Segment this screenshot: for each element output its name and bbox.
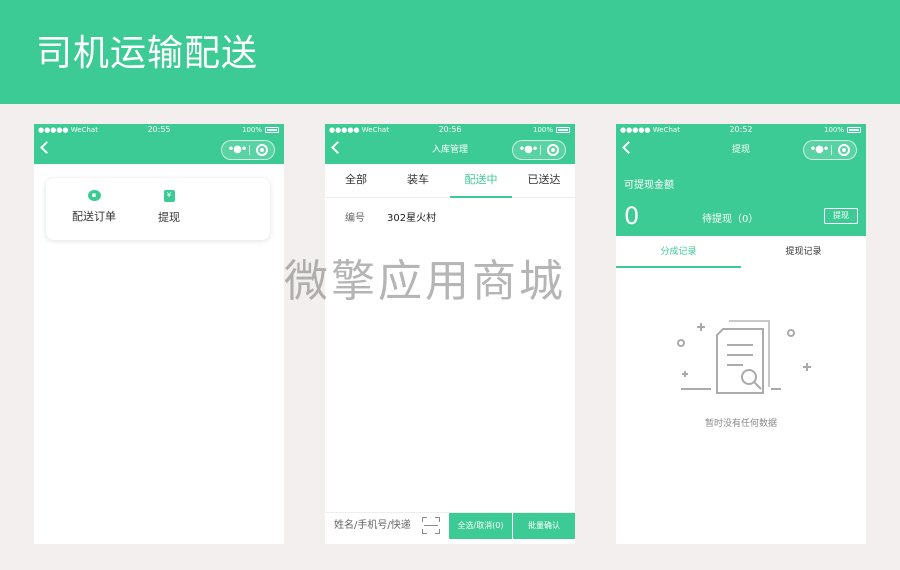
tab-loading[interactable]: 装车 — [387, 164, 449, 196]
page-title: 司机运输配送 — [36, 33, 259, 74]
more-dots-icon[interactable]: •●• — [518, 141, 539, 158]
record-tabs: 分成记录 提现记录 — [616, 236, 866, 270]
tab-withdraw-records[interactable]: 提现记录 — [741, 236, 866, 268]
header-banner: 司机运输配送 — [0, 0, 900, 104]
more-dots-icon[interactable]: •●• — [809, 141, 830, 158]
capsule-divider — [540, 145, 541, 155]
phone-screen-warehouse: ●●●●● WeChat 20:56 100% 入库管理 •●• 全部 装车 配… — [325, 124, 575, 544]
phone-screen-withdraw: ●●●●● WeChat 20:52 100% 提现 •●• 可提现金额 0 待… — [616, 124, 866, 544]
nav-bar: 提现 •●• — [616, 136, 866, 164]
empty-state-text: 暂时没有任何数据 — [704, 419, 777, 429]
menu-item-withdraw[interactable]: ¥ 提现 — [139, 190, 199, 225]
menu-item-label: 配送订单 — [72, 210, 116, 223]
yen-icon: ¥ — [163, 190, 175, 202]
menu-item-label: 提现 — [158, 211, 180, 224]
miniprogram-capsule: •●• — [803, 140, 857, 160]
order-number-label: 编号 — [345, 213, 365, 224]
battery-label: 100% — [532, 126, 553, 134]
capsule-divider — [831, 145, 832, 155]
miniprogram-capsule: •●• — [512, 140, 566, 160]
balance-panel: 可提现金额 0 待提现（0） 提现 — [616, 164, 866, 236]
battery-label: 100% — [823, 126, 844, 134]
tab-all[interactable]: 全部 — [325, 164, 387, 196]
status-tabs: 全部 装车 配送中 已送达 — [325, 164, 575, 198]
balance-label: 可提现金额 — [624, 180, 674, 191]
more-dots-icon[interactable]: •●• — [227, 141, 248, 158]
close-target-icon[interactable] — [256, 144, 268, 156]
close-target-icon[interactable] — [838, 144, 850, 156]
phone-screen-home: ●●●●● WeChat 20:55 100% •●• ▪ 配送订单 ¥ 提现 — [34, 124, 284, 544]
batch-confirm-button[interactable]: 批量确认 — [513, 513, 575, 539]
battery-icon — [556, 127, 570, 133]
back-arrow-icon[interactable] — [40, 141, 53, 154]
withdraw-button[interactable]: 提现 — [824, 208, 858, 224]
status-bar: ●●●●● WeChat 20:52 100% — [616, 124, 866, 136]
close-target-icon[interactable] — [547, 144, 559, 156]
menu-card: ▪ 配送订单 ¥ 提现 — [46, 178, 270, 240]
empty-document-icon — [677, 320, 811, 394]
menu-item-delivery-orders[interactable]: ▪ 配送订单 — [64, 190, 124, 224]
select-all-button[interactable]: 全选/取消(0) — [449, 513, 512, 539]
battery-label: 100% — [241, 126, 262, 134]
status-bar: ●●●●● WeChat 20:56 100% — [325, 124, 575, 136]
balance-value: 0 — [624, 202, 640, 230]
miniprogram-capsule: •●• — [221, 140, 275, 160]
tab-commission-records[interactable]: 分成记录 — [616, 236, 741, 268]
battery-icon — [847, 127, 861, 133]
tab-delivering[interactable]: 配送中 — [450, 164, 512, 198]
scan-icon[interactable] — [422, 517, 440, 534]
pending-withdraw: 待提现（0） — [702, 214, 759, 225]
status-bar: ●●●●● WeChat 20:55 100% — [34, 124, 284, 136]
truck-icon: ▪ — [87, 190, 101, 201]
battery-icon — [265, 127, 279, 133]
bottom-action-bar: 全选/取消(0) 批量确认 — [325, 512, 575, 539]
order-number-value: 302星火村 — [387, 213, 437, 224]
capsule-divider — [249, 145, 250, 155]
tab-delivered[interactable]: 已送达 — [513, 164, 575, 196]
nav-bar: •●• — [34, 136, 284, 164]
nav-bar: 入库管理 •●• — [325, 136, 575, 164]
